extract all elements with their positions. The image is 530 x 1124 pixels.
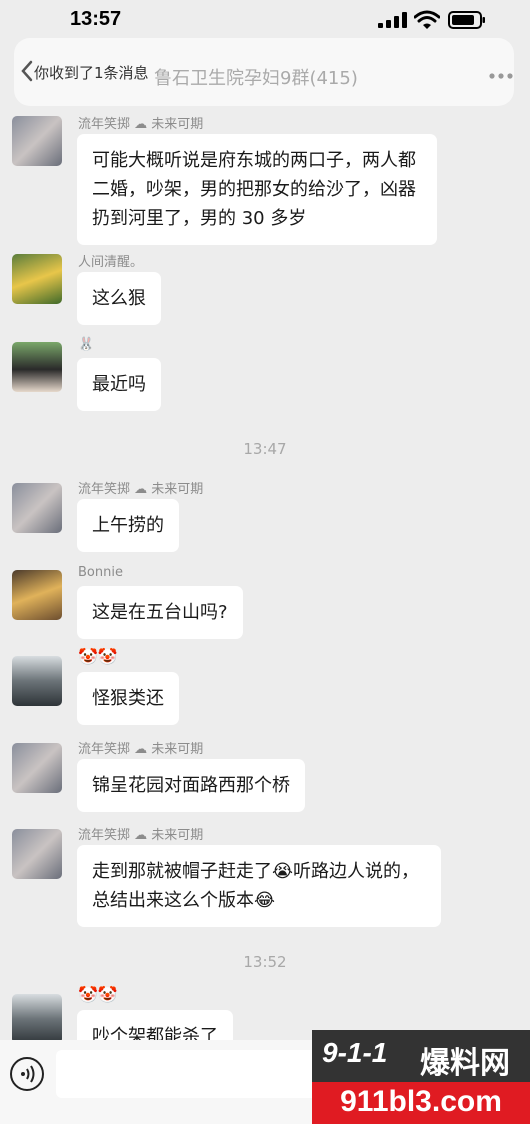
time-separator: 13:47 (243, 440, 287, 458)
watermark-name: 爆料网 (420, 1046, 510, 1081)
watermark-domain: 911bl3.com (340, 1085, 502, 1118)
avatar[interactable] (12, 743, 62, 793)
avatar[interactable] (12, 829, 62, 879)
back-icon[interactable] (20, 60, 34, 82)
sender-name: 流年笑掷 ☁ 未来可期 (78, 482, 204, 497)
watermark-logo-band: 9-1-1 爆料网 (312, 1030, 530, 1082)
site-watermark: 9-1-1 爆料网 911bl3.com (312, 1030, 530, 1124)
avatar[interactable] (12, 254, 62, 304)
watermark-logo: 9-1-1 (322, 1037, 388, 1068)
sender-name: 流年笑掷 ☁ 未来可期 (78, 742, 204, 757)
sender-name: 🐰 (78, 337, 95, 352)
message-bubble[interactable]: 这么狠 (77, 272, 161, 325)
voice-button[interactable] (10, 1057, 44, 1091)
watermark-domain-band: 911bl3.com (312, 1082, 530, 1124)
avatar[interactable] (12, 116, 62, 166)
sender-name: 🤡🤡 (78, 647, 118, 666)
new-message-notice[interactable]: 你收到了1条消息 (34, 62, 149, 83)
chat-header: 你收到了1条消息 鲁石卫生院孕妇9群(415) (14, 38, 514, 106)
message-bubble[interactable]: 锦呈花园对面路西那个桥 (77, 759, 305, 812)
signal-icon (378, 12, 407, 28)
sender-name: 流年笑掷 ☁ 未来可期 (78, 828, 204, 843)
avatar[interactable] (12, 483, 62, 533)
voice-icon (21, 1065, 35, 1083)
sender-name: 人间清醒。 (78, 255, 144, 270)
avatar[interactable] (12, 342, 62, 392)
avatar[interactable] (12, 570, 62, 620)
avatar[interactable] (12, 994, 62, 1044)
sender-name: 🤡🤡 (78, 985, 118, 1004)
time-separator: 13:52 (243, 953, 287, 971)
more-icon[interactable] (488, 72, 514, 80)
group-title: 鲁石卫生院孕妇9群(415) (154, 68, 358, 89)
message-bubble[interactable]: 怪狠类还 (77, 672, 179, 725)
message-bubble[interactable]: 可能大概听说是府东城的两口子，两人都二婚，吵架，男的把那女的给沙了，凶器扔到河里… (77, 134, 437, 245)
avatar[interactable] (12, 656, 62, 706)
message-bubble[interactable]: 上午捞的 (77, 499, 179, 552)
sender-name: Bonnie (78, 565, 123, 580)
status-time: 13:57 (70, 8, 122, 30)
message-bubble[interactable]: 这是在五台山吗? (77, 586, 243, 639)
message-bubble[interactable]: 走到那就被帽子赶走了😭听路边人说的，总结出来这么个版本😂 (77, 845, 441, 927)
sender-name: 流年笑掷 ☁ 未来可期 (78, 117, 204, 132)
wifi-icon (414, 10, 440, 29)
battery-icon (448, 11, 485, 29)
message-bubble[interactable]: 最近吗 (77, 358, 161, 411)
